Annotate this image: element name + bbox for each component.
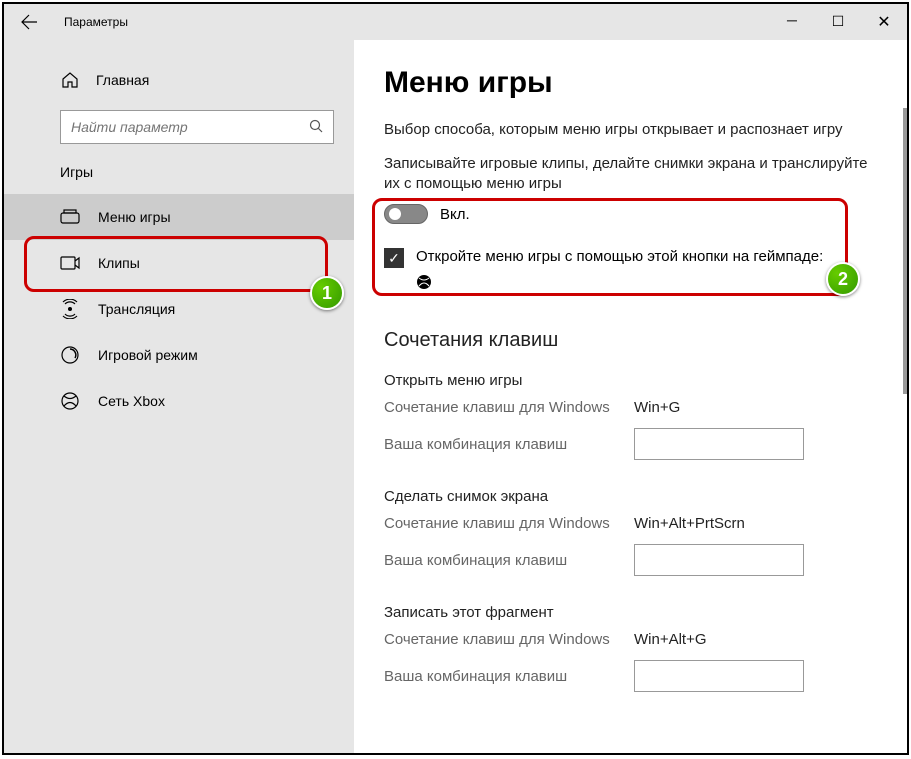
sidebar-item-label: Трансляция: [98, 301, 175, 317]
sidebar-item-gamebar[interactable]: Меню игры: [4, 194, 354, 240]
xbox-button-icon: [416, 274, 877, 293]
sidebar-item-label: Игровой режим: [98, 347, 198, 363]
sidebar-item-clips[interactable]: Клипы: [4, 240, 354, 286]
window-title: Параметры: [54, 15, 769, 29]
shortcut-title: Записать этот фрагмент: [384, 604, 877, 621]
gamepad-checkbox-label: Откройте меню игры с помощью этой кнопки…: [416, 248, 823, 265]
broadcast-icon: [60, 299, 80, 319]
sidebar-item-label: Клипы: [98, 255, 140, 271]
shortcut-custom-label: Ваша комбинация клавиш: [384, 552, 634, 569]
clips-icon: [60, 253, 80, 273]
shortcut-custom-label: Ваша комбинация клавиш: [384, 436, 634, 453]
home-icon: [60, 71, 80, 89]
shortcut-group-screenshot: Сделать снимок экрана Сочетание клавиш д…: [384, 488, 877, 576]
sidebar-item-label: Меню игры: [98, 209, 171, 225]
close-button[interactable]: ✕: [861, 4, 907, 40]
page-description: Выбор способа, которым меню игры открыва…: [384, 120, 877, 140]
home-label: Главная: [96, 72, 149, 88]
shortcut-system-label: Сочетание клавиш для Windows: [384, 399, 634, 416]
content-pane: Меню игры Выбор способа, которым меню иг…: [354, 40, 907, 753]
back-button[interactable]: [4, 4, 54, 40]
record-description: Записывайте игровые клипы, делайте снимк…: [384, 154, 877, 195]
shortcut-custom-input[interactable]: [634, 660, 804, 692]
shortcut-custom-input[interactable]: [634, 428, 804, 460]
shortcut-system-label: Сочетание клавиш для Windows: [384, 631, 634, 648]
shortcut-system-value: Win+G: [634, 399, 680, 416]
home-nav[interactable]: Главная: [4, 60, 354, 100]
shortcut-system-value: Win+Alt+PrtScrn: [634, 515, 745, 532]
xbox-icon: [60, 391, 80, 411]
search-icon: [309, 119, 323, 136]
toggle-label: Вкл.: [440, 206, 470, 223]
back-arrow-icon: [21, 14, 37, 30]
shortcut-title: Сделать снимок экрана: [384, 488, 877, 505]
minimize-button[interactable]: ─: [769, 4, 815, 40]
sidebar-item-label: Сеть Xbox: [98, 393, 165, 409]
gamepad-checkbox[interactable]: ✓: [384, 248, 404, 268]
shortcut-custom-label: Ваша комбинация клавиш: [384, 668, 634, 685]
shortcut-system-label: Сочетание клавиш для Windows: [384, 515, 634, 532]
shortcut-title: Открыть меню игры: [384, 372, 877, 389]
shortcuts-heading: Сочетания клавиш: [384, 329, 877, 352]
sidebar: Главная Игры Меню игры Клипы: [4, 40, 354, 753]
annotation-badge-1: 1: [310, 276, 344, 310]
gamebar-toggle[interactable]: [384, 204, 428, 224]
maximize-button[interactable]: ☐: [815, 4, 861, 40]
shortcut-custom-input[interactable]: [634, 544, 804, 576]
search-input[interactable]: [71, 119, 309, 135]
scrollbar[interactable]: [903, 108, 907, 394]
title-bar: Параметры ─ ☐ ✕: [4, 4, 907, 40]
category-label: Игры: [4, 156, 354, 194]
shortcut-group-open: Открыть меню игры Сочетание клавиш для W…: [384, 372, 877, 460]
shortcut-group-record: Записать этот фрагмент Сочетание клавиш …: [384, 604, 877, 692]
gamemode-icon: [60, 345, 80, 365]
sidebar-item-gamemode[interactable]: Игровой режим: [4, 332, 354, 378]
search-box[interactable]: [60, 110, 334, 144]
shortcut-system-value: Win+Alt+G: [634, 631, 707, 648]
gamebar-icon: [60, 207, 80, 227]
page-title: Меню игры: [384, 66, 877, 100]
sidebar-item-broadcast[interactable]: Трансляция: [4, 286, 354, 332]
sidebar-item-xbox[interactable]: Сеть Xbox: [4, 378, 354, 424]
annotation-badge-2: 2: [826, 262, 860, 296]
